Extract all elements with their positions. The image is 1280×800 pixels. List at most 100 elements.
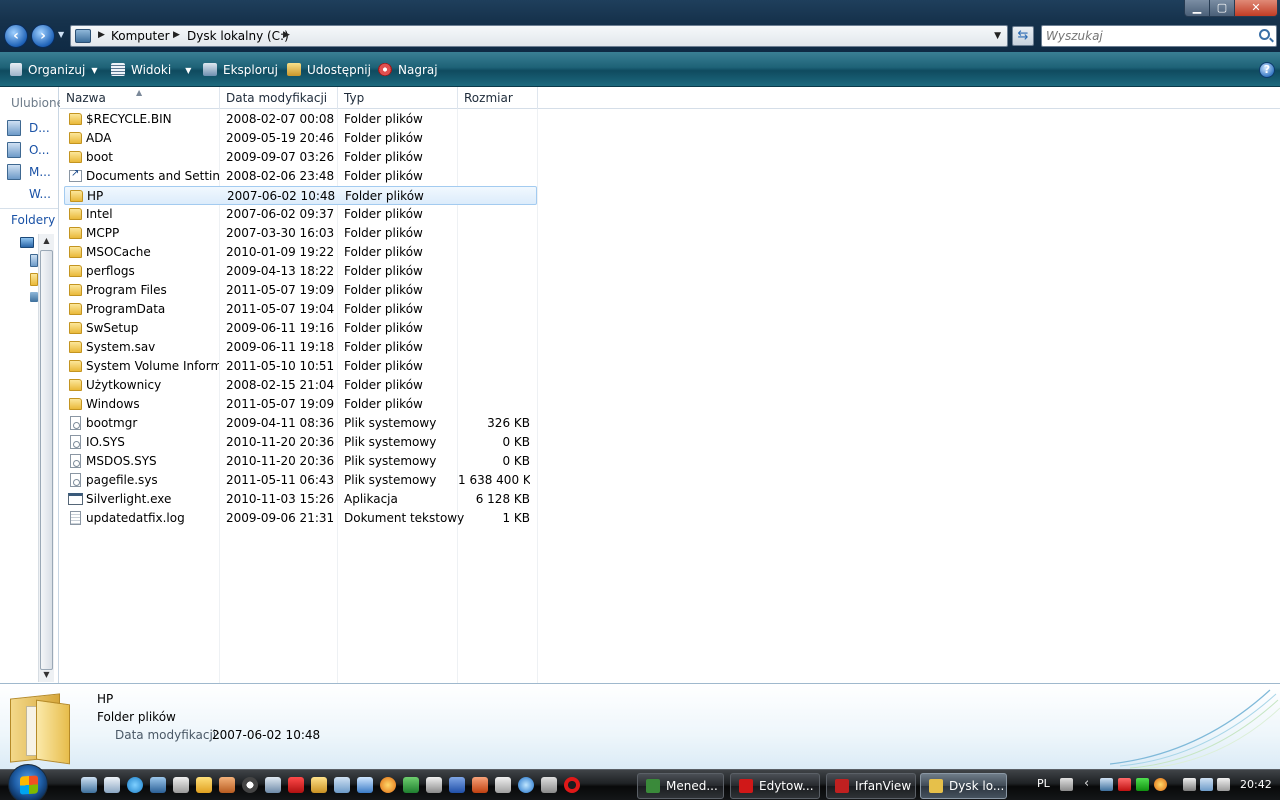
file-row-selected[interactable]: HP 2007-06-02 10:48 Folder plików: [64, 186, 537, 205]
word-icon[interactable]: [449, 777, 465, 793]
pictures-icon: [7, 142, 21, 158]
font-icon[interactable]: [357, 777, 373, 793]
address-bar[interactable]: ▶ Komputer ▶ Dysk lokalny (C:) ▶ ▼: [70, 25, 1008, 47]
forward-button[interactable]: ›: [31, 24, 55, 48]
file-row[interactable]: ADA 2009-05-19 20:46 Folder plików: [64, 129, 537, 148]
scrollbar-thumb[interactable]: [40, 250, 53, 670]
file-row[interactable]: Silverlight.exe 2010-11-03 15:26 Aplikacja…: [64, 490, 537, 509]
tree-node-icon[interactable]: [30, 254, 38, 267]
browser-icon[interactable]: [380, 777, 396, 793]
folders-toggle[interactable]: Foldery: [0, 208, 58, 230]
powerpoint-icon[interactable]: [472, 777, 488, 793]
app-icon[interactable]: [219, 777, 235, 793]
recycle-bin-icon[interactable]: [265, 777, 281, 793]
column-header-size[interactable]: Rozmiar: [458, 87, 538, 109]
breadcrumb-separator[interactable]: ▶: [173, 30, 180, 40]
file-type: Folder plików: [344, 340, 423, 354]
file-row[interactable]: MCPP 2007-03-30 16:03 Folder plików: [64, 224, 537, 243]
file-row[interactable]: Program Files 2011-05-07 19:09 Folder plik…: [64, 281, 537, 300]
close-button[interactable]: ✕: [1234, 0, 1278, 17]
taskbar-button[interactable]: Edytow...: [730, 773, 820, 799]
tray-app-icon[interactable]: [1136, 778, 1149, 791]
maximize-button[interactable]: ▢: [1209, 0, 1235, 17]
recent-pages-dropdown[interactable]: ▼: [58, 30, 64, 39]
tray-app-icon[interactable]: [1118, 778, 1131, 791]
desktop-icon[interactable]: [20, 237, 34, 248]
help-button[interactable]: ?: [1259, 62, 1275, 78]
breadcrumb-computer[interactable]: Komputer: [111, 29, 170, 43]
taskbar-button[interactable]: IrfanView: [826, 773, 916, 799]
file-row[interactable]: pagefile.sys 2011-05-11 06:43 Plik systemo…: [64, 471, 537, 490]
pencil-icon[interactable]: [311, 777, 327, 793]
taskbar-button-active[interactable]: Dysk lo...: [920, 773, 1007, 799]
file-row[interactable]: MSDOS.SYS 2010-11-20 20:36 Plik systemowy 0…: [64, 452, 537, 471]
breadcrumb-local-disk[interactable]: Dysk lokalny (C:): [187, 29, 289, 43]
column-header-date[interactable]: Data modyfikacji: [220, 87, 338, 109]
file-row[interactable]: MSOCache 2010-01-09 19:22 Folder plików: [64, 243, 537, 262]
excel-icon[interactable]: [403, 777, 419, 793]
search-icon[interactable]: [1259, 29, 1270, 40]
back-button[interactable]: ‹: [4, 24, 28, 48]
file-row[interactable]: bootmgr 2009-04-11 08:36 Plik systemowy 326…: [64, 414, 537, 433]
network-icon[interactable]: [334, 777, 350, 793]
burn-button[interactable]: Nagraj: [378, 62, 438, 78]
column-header-type[interactable]: Typ: [338, 87, 458, 109]
red-app-icon[interactable]: [288, 777, 304, 793]
folder-tree-scrollbar[interactable]: ▲ ▼: [38, 234, 54, 682]
views-button[interactable]: Widoki ▼: [111, 62, 191, 78]
opera-icon[interactable]: [564, 777, 580, 793]
search-input[interactable]: [1046, 28, 1246, 44]
ball-icon[interactable]: [242, 777, 258, 793]
file-type: Folder plików: [344, 283, 423, 297]
file-row[interactable]: boot 2009-09-07 03:26 Folder plików: [64, 148, 537, 167]
explore-button[interactable]: Eksploruj: [203, 62, 278, 78]
share-icon: [287, 63, 301, 76]
minimize-button[interactable]: ▁: [1184, 0, 1210, 17]
calculator-icon[interactable]: [541, 777, 557, 793]
file-row[interactable]: Documents and Settings 2008-02-06 23:48 Fo…: [64, 167, 537, 186]
refresh-button[interactable]: ⇆: [1012, 26, 1034, 46]
file-row[interactable]: IO.SYS 2010-11-20 20:36 Plik systemowy 0 KB: [64, 433, 537, 452]
keyboard-icon[interactable]: [1060, 778, 1073, 791]
scroll-up-arrow[interactable]: ▲: [39, 234, 54, 248]
battery-icon[interactable]: [1183, 778, 1196, 791]
show-hidden-icons-chevron[interactable]: ‹: [1084, 776, 1089, 791]
document-icon[interactable]: [426, 777, 442, 793]
file-row[interactable]: updatedatfix.log 2009-09-06 21:31 Dokument…: [64, 509, 537, 528]
search-box[interactable]: [1041, 25, 1277, 47]
clock[interactable]: 20:42: [1240, 778, 1272, 791]
organize-button[interactable]: Organizuj ▼: [10, 62, 97, 78]
file-row[interactable]: SwSetup 2009-06-11 19:16 Folder plików: [64, 319, 537, 338]
tool-icon[interactable]: [173, 777, 189, 793]
breadcrumb-separator[interactable]: ▶: [98, 30, 105, 40]
skype-icon[interactable]: [127, 777, 143, 793]
tree-folder-icon[interactable]: [30, 273, 38, 286]
volume-icon[interactable]: [1217, 778, 1230, 791]
media-icon[interactable]: [196, 777, 212, 793]
tray-app-icon[interactable]: [1100, 778, 1113, 791]
file-row[interactable]: Intel 2007-06-02 09:37 Folder plików: [64, 205, 537, 224]
file-row[interactable]: perflogs 2009-04-13 18:22 Folder plików: [64, 262, 537, 281]
file-row[interactable]: $RECYCLE.BIN 2008-02-07 00:08 Folder plikó…: [64, 110, 537, 129]
network-status-icon[interactable]: [1200, 778, 1213, 791]
file-row[interactable]: Użytkownicy 2008-02-15 21:04 Folder plików: [64, 376, 537, 395]
gear-icon[interactable]: [495, 777, 511, 793]
breadcrumb-separator[interactable]: ▶: [283, 30, 290, 40]
file-row[interactable]: Windows 2011-05-07 19:09 Folder plików: [64, 395, 537, 414]
computer-icon[interactable]: [150, 777, 166, 793]
file-row[interactable]: System.sav 2009-06-11 19:18 Folder plików: [64, 338, 537, 357]
start-button[interactable]: [8, 764, 48, 800]
file-row[interactable]: System Volume Inform... 2011-05-10 10:51 F…: [64, 357, 537, 376]
switch-windows-icon[interactable]: [104, 777, 120, 793]
tray-app-icon[interactable]: [1154, 778, 1167, 791]
language-indicator[interactable]: PL: [1037, 777, 1050, 790]
file-row[interactable]: ProgramData 2011-05-07 19:04 Folder plików: [64, 300, 537, 319]
taskbar-button[interactable]: Mened...: [637, 773, 724, 799]
show-desktop-icon[interactable]: [81, 777, 97, 793]
share-button[interactable]: Udostępnij: [287, 62, 371, 78]
address-dropdown[interactable]: ▼: [994, 31, 1001, 41]
tree-network-icon[interactable]: [30, 292, 38, 302]
scroll-down-arrow[interactable]: ▼: [39, 668, 54, 682]
column-header-name[interactable]: Nazwa ▲: [60, 87, 220, 109]
internet-explorer-icon[interactable]: [518, 777, 534, 793]
